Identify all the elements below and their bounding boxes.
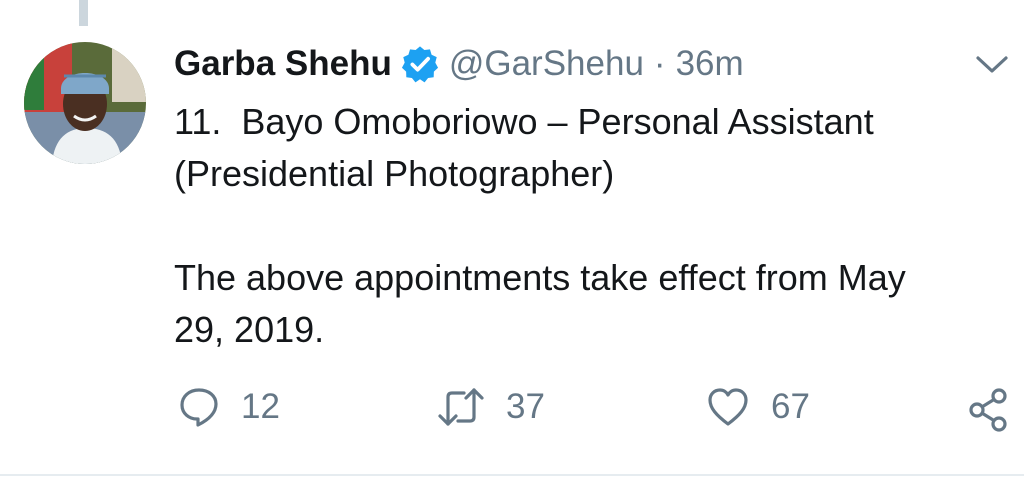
heart-icon — [708, 388, 748, 426]
reply-button[interactable]: 12 — [178, 383, 280, 431]
tweet-header: Garba Shehu @GarShehu · 36m — [174, 40, 744, 88]
header-separator: · — [653, 44, 666, 83]
avatar[interactable] — [24, 42, 146, 164]
retweet-count: 37 — [506, 387, 545, 426]
retweet-button[interactable]: 37 — [437, 383, 545, 431]
reply-icon — [180, 388, 218, 427]
tweet-timestamp[interactable]: 36m — [676, 44, 744, 84]
author-handle[interactable]: @GarShehu — [449, 44, 644, 84]
retweet-icon — [438, 388, 484, 426]
like-count: 67 — [771, 387, 810, 426]
tweet-text: 11. Bayo Omoboriowo – Personal Assistant… — [174, 101, 906, 350]
thread-connector-line — [79, 0, 88, 26]
author-name[interactable]: Garba Shehu — [174, 44, 392, 84]
chevron-down-icon[interactable] — [975, 54, 1009, 76]
tweet-divider — [0, 474, 1024, 476]
verified-badge-icon — [401, 46, 438, 83]
like-button[interactable]: 67 — [706, 383, 810, 431]
share-icon[interactable] — [966, 388, 1010, 432]
reply-count: 12 — [241, 387, 280, 426]
avatar-photo — [24, 42, 146, 164]
